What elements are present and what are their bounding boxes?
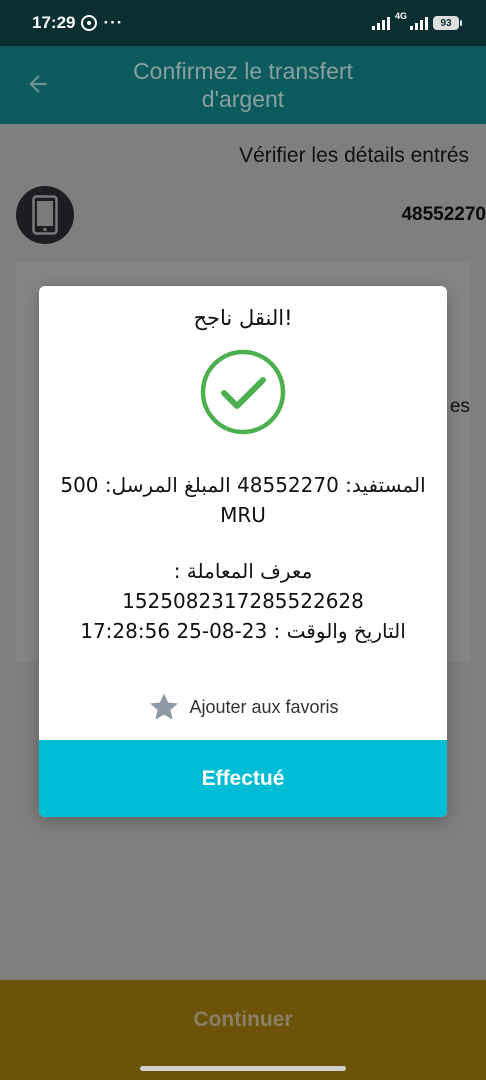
recipient-number: 48552270	[401, 204, 486, 225]
page-title: Confirmez le transfert d'argent	[133, 58, 353, 112]
back-arrow-icon[interactable]	[24, 70, 52, 98]
battery-level: 93	[433, 16, 459, 30]
signal-icon	[371, 16, 390, 30]
success-check-icon	[200, 349, 286, 435]
status-time: 17:29	[32, 13, 76, 32]
star-icon[interactable]	[147, 690, 181, 724]
add-to-favorites[interactable]: Ajouter aux favoris	[39, 690, 447, 724]
home-indicator[interactable]	[140, 1066, 346, 1071]
currency-line: MRU	[220, 503, 266, 527]
status-left: 17:29 ···	[32, 13, 123, 33]
app-header: Confirmez le transfert d'argent	[0, 46, 486, 124]
battery-tip	[460, 20, 462, 26]
transaction-id-value: 1525082317285522628	[122, 589, 364, 613]
verify-details-label: Vérifier les détails entrés	[239, 144, 469, 167]
success-dialog: النقل ناجح! المستفيد: 48552270 المبلغ ال…	[39, 286, 447, 817]
status-right: 4G 93	[371, 12, 462, 30]
transaction-summary: المستفيد: 48552270 المبلغ المرسل: 500 MR…	[57, 470, 429, 646]
datetime-line: التاريخ والوقت : 23-08-25 17:28:56	[80, 619, 406, 643]
transaction-id-label: معرف المعاملة :	[173, 559, 313, 583]
details-card-text: es	[449, 396, 470, 417]
dialog-title: النقل ناجح!	[193, 306, 293, 330]
phone-avatar	[16, 186, 74, 244]
status-bar: 17:29 ··· 4G 93	[0, 0, 486, 46]
whatsapp-icon	[81, 15, 98, 31]
more-notifications-icon: ···	[103, 13, 124, 32]
network-label: 4G	[394, 11, 407, 21]
beneficiary-amount-line: المستفيد: 48552270 المبلغ المرسل: 500	[60, 473, 426, 497]
battery-icon: 93	[433, 16, 462, 30]
signal-icon-2	[410, 16, 428, 30]
smartphone-icon	[32, 195, 58, 235]
favorites-label: Ajouter aux favoris	[189, 696, 339, 717]
continue-button[interactable]: Continuer	[0, 980, 486, 1080]
done-button[interactable]: Effectué	[39, 740, 447, 817]
